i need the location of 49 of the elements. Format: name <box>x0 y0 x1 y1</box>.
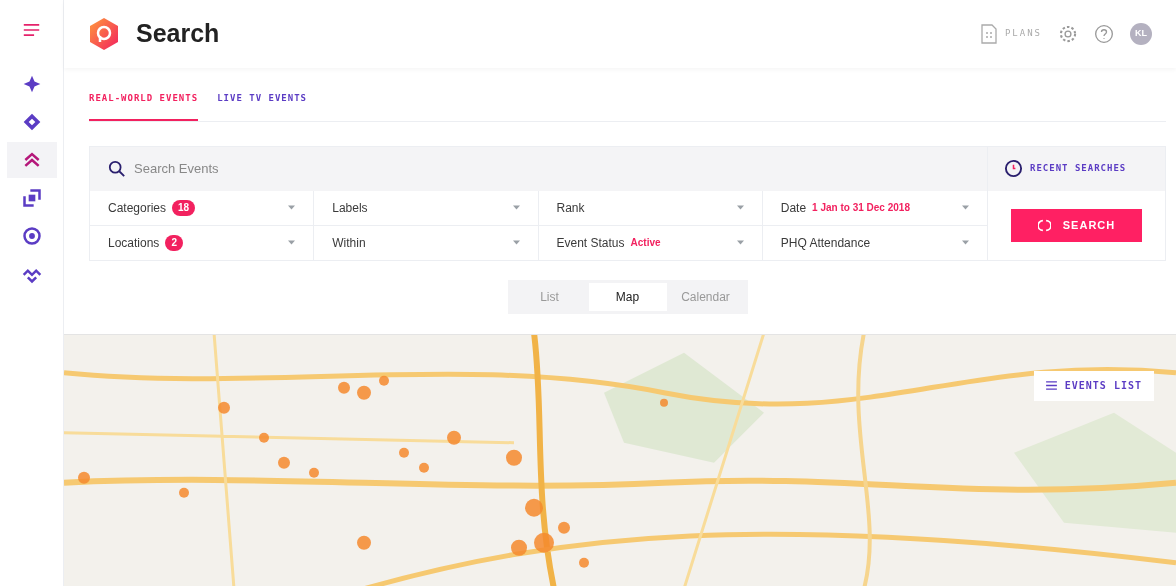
page-title: Search <box>136 18 220 50</box>
diamond-icon <box>21 112 42 132</box>
tab[interactable]: REAL-WORLD EVENTS <box>89 84 199 121</box>
help-icon[interactable] <box>1094 24 1114 44</box>
filter-dropdown[interactable]: Rank <box>538 190 763 225</box>
filter-label: Labels <box>332 199 368 217</box>
logo-icon <box>88 17 120 51</box>
recent-searches-button[interactable]: RECENT SEARCHES <box>988 146 1165 191</box>
filter-label: PHQ Attendance <box>780 234 871 252</box>
events-list-button[interactable]: EVENTS LIST <box>1033 370 1154 401</box>
sidebar-item[interactable] <box>6 142 57 178</box>
filter-label: Categories <box>108 199 167 217</box>
filter-dropdown[interactable]: PHQ Attendance <box>762 225 987 260</box>
caret-icon <box>512 205 520 210</box>
refresh-icon <box>1037 218 1051 232</box>
caret-icon <box>962 205 969 210</box>
caret-icon <box>288 240 296 245</box>
filter-dropdown[interactable]: Locations 2 <box>90 225 315 260</box>
search-field[interactable]: Search Events <box>90 146 987 191</box>
caret-icon <box>962 240 969 245</box>
tab[interactable]: LIVE TV EVENTS <box>217 84 307 121</box>
filter-dropdown[interactable]: Within <box>314 225 539 260</box>
caret-icon <box>736 205 744 210</box>
menu-icon[interactable] <box>23 24 40 36</box>
view-toggle[interactable]: Map <box>588 282 667 311</box>
filter-value: 1 Jan to 31 Dec 2018 <box>812 201 910 215</box>
count-badge: 2 <box>165 234 183 251</box>
filter-label: Within <box>332 234 366 252</box>
caret-icon <box>736 240 744 245</box>
search-icon <box>108 159 126 178</box>
filter-label: Date <box>780 199 807 217</box>
settings-icon[interactable] <box>1058 24 1078 44</box>
list-icon <box>1045 381 1057 390</box>
document-icon <box>980 24 997 44</box>
target-icon <box>21 226 42 246</box>
caret-icon <box>512 240 520 245</box>
squares-icon <box>21 188 42 208</box>
filter-dropdown[interactable]: Event Status Active <box>538 225 763 260</box>
count-badge: 18 <box>172 199 196 216</box>
filter-dropdown[interactable]: Categories 18 <box>90 190 315 225</box>
filter-label: Rank <box>556 199 585 217</box>
caret-icon <box>288 205 296 210</box>
filter-value: Active <box>630 236 661 250</box>
history-icon <box>1004 159 1023 178</box>
filter-label: Locations <box>108 234 160 252</box>
filter-label: Event Status <box>556 234 625 252</box>
filter-dropdown[interactable]: Labels <box>314 190 539 225</box>
filter-dropdown[interactable]: Date 1 Jan to 31 Dec 2018 <box>762 190 987 225</box>
search-button[interactable]: SEARCH <box>1011 208 1142 242</box>
